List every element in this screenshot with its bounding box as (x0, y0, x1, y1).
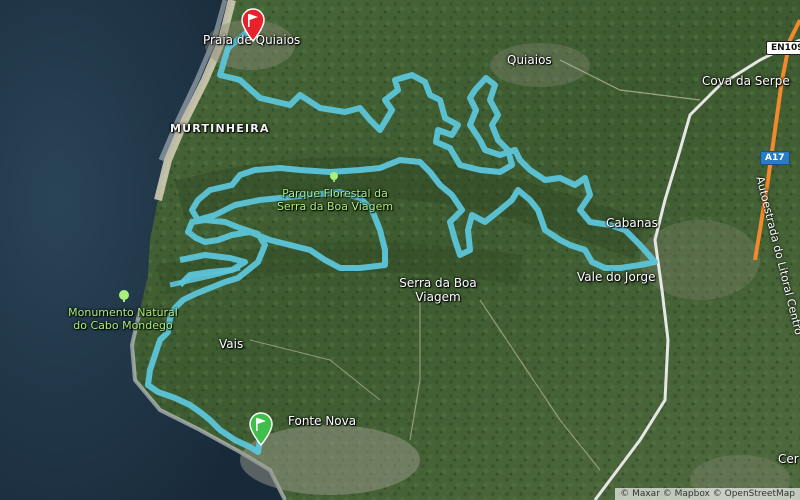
park-icon (330, 172, 338, 182)
place-vale-do-jorge: Vale do Jorge (577, 270, 656, 284)
place-vais: Vais (219, 337, 244, 351)
road-shield-a17: A17 (760, 151, 790, 165)
start-flag-icon[interactable] (248, 412, 274, 446)
serra-boa-viagem-line1: Serra da Boa (399, 276, 477, 290)
place-quiaios: Quiaios (507, 53, 552, 67)
monumento-line2: do Cabo Mondego (73, 319, 173, 332)
place-parque-florestal: Parque Florestal da Serra da Boa Viagem (270, 187, 400, 213)
place-murtinheira: MURTINHEIRA (170, 122, 270, 135)
satellite-map[interactable]: EN109 A17 Autoestrada do Litoral Centro … (0, 0, 800, 500)
place-fonte-nova: Fonte Nova (288, 414, 357, 428)
serra-boa-viagem-line2: Viagem (415, 290, 461, 304)
parque-florestal-line1: Parque Florestal da (282, 187, 388, 200)
map-attribution[interactable]: © Maxar © Mapbox © OpenStreetMap (615, 488, 800, 500)
place-monumento-cabo-mondego: Monumento Natural do Cabo Mondego (58, 306, 188, 332)
parque-florestal-line2: Serra da Boa Viagem (276, 200, 394, 213)
place-cova-da-serpe: Cova da Serpe (702, 74, 790, 88)
monument-icon (119, 290, 129, 302)
road-shield-en109: EN109 (766, 41, 800, 55)
map-base-layer (0, 0, 800, 500)
place-serra-da-boa-viagem: Serra da Boa Viagem (388, 276, 488, 304)
finish-flag-icon[interactable] (240, 8, 266, 42)
place-cut-off-label: Cer (778, 452, 799, 466)
monumento-line1: Monumento Natural (68, 306, 178, 319)
place-cabanas: Cabanas (606, 216, 658, 230)
